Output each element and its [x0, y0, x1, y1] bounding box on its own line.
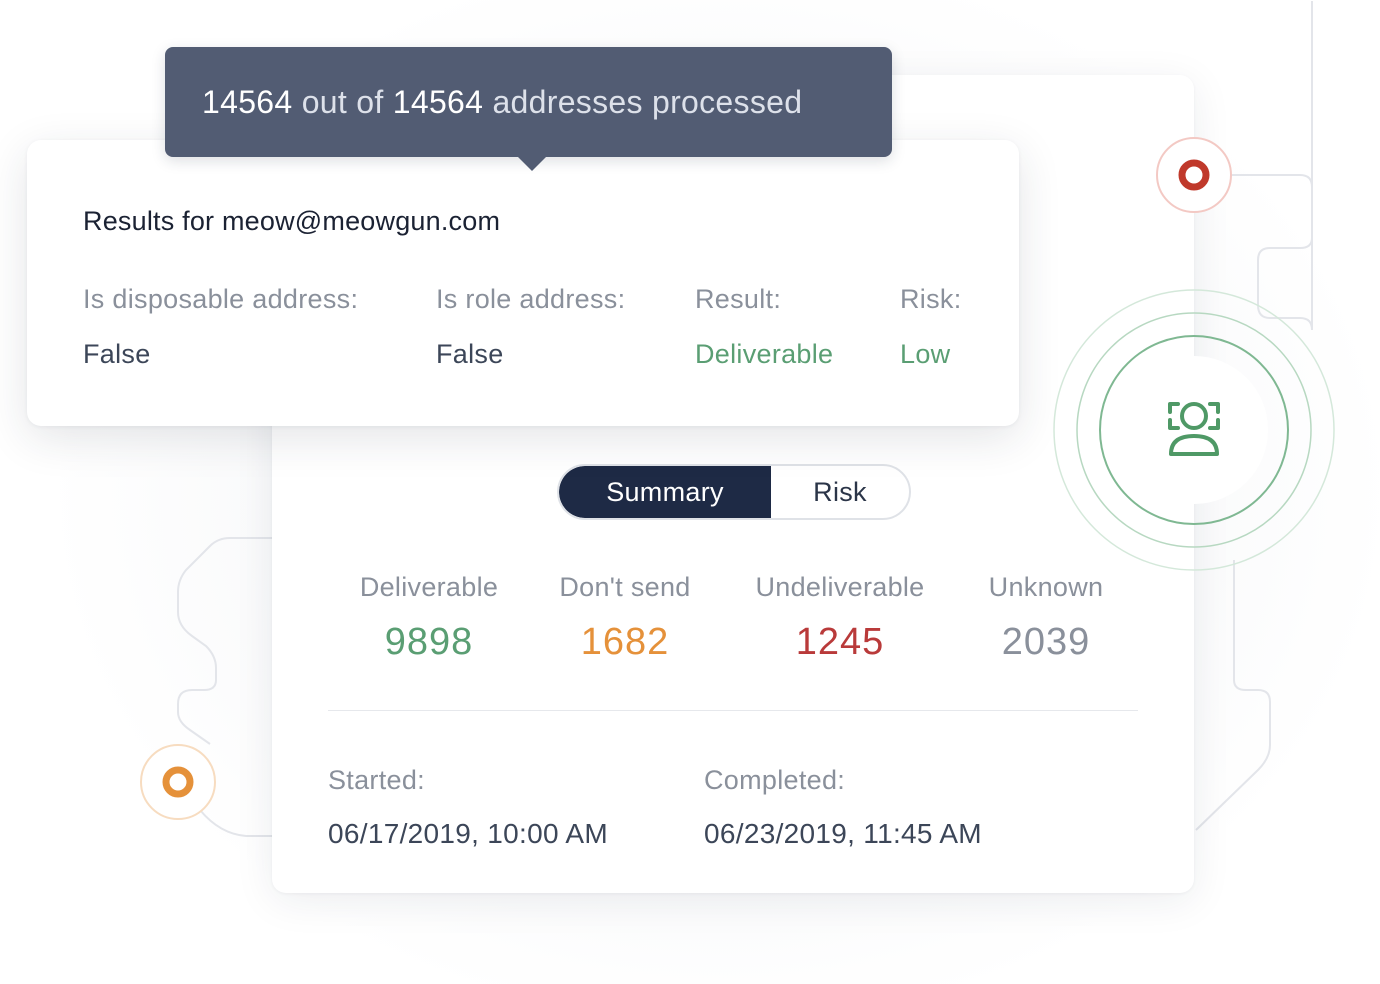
tooltip-arrow	[518, 157, 546, 171]
stat-undeliverable: Undeliverable 1245	[740, 572, 940, 664]
red-dot-icon	[1156, 137, 1232, 213]
field-role: Is role address: False	[436, 284, 625, 370]
field-value: Deliverable	[695, 339, 834, 369]
tooltip-suffix: addresses processed	[492, 83, 803, 120]
field-value: Low	[900, 339, 951, 369]
stat-unknown: Unknown 2039	[946, 572, 1146, 664]
processed-count: 14564	[202, 83, 293, 120]
field-disposable: Is disposable address: False	[83, 284, 358, 370]
stat-dont-send: Don't send 1682	[525, 572, 725, 664]
stat-value: 9898	[384, 621, 474, 663]
stat-label: Don't send	[559, 572, 691, 602]
field-label: Result:	[695, 284, 782, 314]
progress-tooltip: 14564 out of 14564 addresses processed	[165, 47, 892, 171]
verification-illustration: Summary Risk Deliverable 9898 Don't send…	[0, 0, 1380, 984]
results-card: Results for meow@meowgun.com Is disposab…	[27, 140, 1019, 426]
tab-risk[interactable]: Risk	[771, 466, 909, 518]
field-result: Result: Deliverable	[695, 284, 833, 370]
stat-deliverable: Deliverable 9898	[329, 572, 529, 664]
summary-risk-toggle[interactable]: Summary Risk	[557, 464, 911, 520]
field-label: Is role address:	[436, 284, 626, 314]
started-value: 06/17/2019, 10:00 AM	[328, 818, 608, 849]
stat-value: 2039	[1001, 621, 1091, 663]
person-scan-badge	[1053, 289, 1335, 571]
stat-value: 1245	[795, 621, 885, 663]
stat-label: Undeliverable	[755, 572, 925, 602]
field-value: False	[83, 339, 151, 369]
stat-label: Deliverable	[359, 572, 499, 602]
stats-divider	[328, 710, 1138, 711]
field-risk: Risk: Low	[900, 284, 962, 370]
results-title: Results for meow@meowgun.com	[83, 206, 501, 236]
field-value: False	[436, 339, 504, 369]
total-count: 14564	[392, 83, 484, 120]
tooltip-connector: out of	[301, 83, 384, 120]
stat-value: 1682	[580, 621, 670, 663]
completed-label: Completed:	[704, 765, 846, 795]
field-label: Risk:	[900, 284, 962, 314]
started-label: Started:	[328, 765, 425, 795]
tab-summary[interactable]: Summary	[559, 466, 771, 518]
orange-dot-icon	[140, 744, 216, 820]
completed-block: Completed: 06/23/2019, 11:45 AM	[704, 765, 982, 850]
field-label: Is disposable address:	[83, 284, 359, 314]
completed-value: 06/23/2019, 11:45 AM	[704, 818, 982, 849]
started-block: Started: 06/17/2019, 10:00 AM	[328, 765, 608, 850]
stat-label: Unknown	[988, 572, 1104, 602]
